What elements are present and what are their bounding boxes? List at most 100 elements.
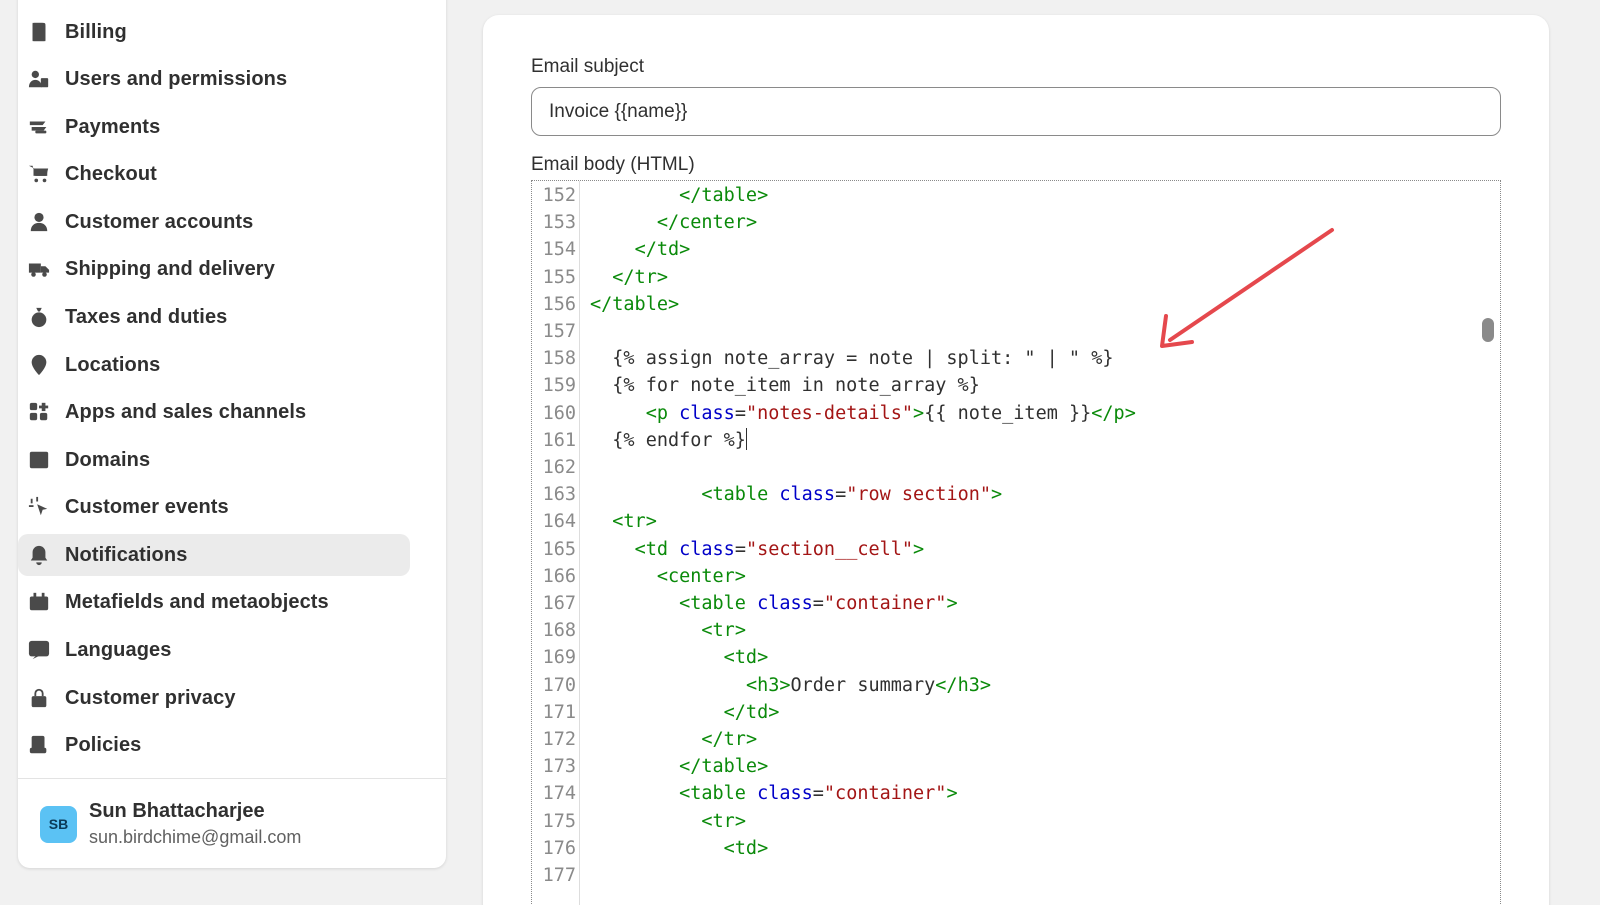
line-number: 155 — [542, 266, 576, 288]
code-line: 173 </table> — [532, 753, 1500, 780]
line-number: 154 — [542, 239, 576, 261]
code-line: 159 {% for note_item in note_array %} — [532, 372, 1500, 399]
annotation-arrow — [1160, 228, 1334, 348]
code-text: </table> — [590, 293, 680, 315]
code-line: 152 </table> — [532, 182, 1500, 209]
sidebar-item-label: Metafields and metaobjects — [65, 590, 329, 613]
line-number: 171 — [542, 701, 576, 723]
code-line: 161 {% endfor %} — [532, 427, 1500, 454]
code-text: </td> — [634, 239, 691, 261]
code-text: <h3>Order summary</h3> — [745, 674, 991, 696]
avatar: SB — [40, 805, 77, 843]
sidebar-item-checkout[interactable]: Checkout — [18, 153, 410, 195]
user-profile[interactable]: SB Sun Bhattacharjee sun.birdchime@gmail… — [40, 800, 301, 848]
sidebar-item-billing[interactable]: Billing — [18, 11, 410, 53]
email-body-code-editor[interactable]: 152 </table> 153 </center> 154 </td> 155 </… — [531, 180, 1501, 905]
code-line: 170 <h3>Order summary</h3> — [532, 672, 1500, 699]
billing-icon — [26, 19, 52, 45]
code-text: {% endfor %} — [590, 427, 748, 451]
code-line: 168 <tr> — [532, 617, 1500, 644]
code-line: 165 <td class="section__cell"> — [532, 536, 1500, 563]
code-text: <tr> — [701, 810, 746, 832]
code-text: <tr> — [701, 620, 746, 642]
sidebar-item-label: Shipping and delivery — [65, 257, 275, 280]
code-line: 176 <td> — [532, 835, 1500, 862]
user-email: sun.birdchime@gmail.com — [89, 827, 302, 847]
code-text: {% assign note_array = note | split: " |… — [590, 348, 1114, 370]
line-number: 159 — [542, 375, 576, 397]
code-text: <tr> — [612, 511, 657, 533]
sidebar-item-label: Customer events — [65, 495, 229, 518]
code-line: 164 <tr> — [532, 508, 1500, 535]
code-line: 166 <center> — [532, 563, 1500, 590]
sidebar-item-users-and-permissions[interactable]: Users and permissions — [18, 58, 410, 100]
code-line: 154 </td> — [532, 236, 1500, 263]
email-subject-input[interactable]: Invoice {{name}} — [531, 87, 1501, 136]
line-number: 161 — [542, 429, 576, 451]
line-number: 160 — [542, 402, 576, 424]
truck-icon — [26, 256, 52, 282]
sidebar-item-domains[interactable]: Domains — [18, 439, 410, 481]
code-text: <p class="notes-details">{{ note_item }}… — [645, 402, 1136, 424]
sidebar-item-label: Notifications — [65, 543, 188, 566]
sidebar-item-label: Customer accounts — [65, 210, 254, 233]
policies-icon — [26, 732, 52, 758]
code-line: 167 <table class="container"> — [532, 590, 1500, 617]
users-icon — [26, 66, 52, 92]
line-number: 168 — [542, 620, 576, 642]
code-text: <td class="section__cell"> — [634, 538, 925, 560]
code-line: 163 <table class="row section"> — [532, 481, 1500, 508]
sidebar-item-customer-privacy[interactable]: Customer privacy — [18, 677, 410, 719]
code-text: </table> — [679, 185, 769, 206]
code-text: <table class="container"> — [679, 593, 958, 614]
code-line: 156 </table> — [532, 291, 1500, 318]
sidebar-item-languages[interactable]: Languages — [18, 629, 410, 671]
person-icon — [26, 209, 52, 235]
code-text: </tr> — [701, 729, 758, 750]
sidebar-item-customer-events[interactable]: Customer events — [18, 486, 410, 528]
apps-icon — [26, 399, 52, 425]
line-number: 176 — [542, 837, 576, 859]
sidebar-item-label: Apps and sales channels — [65, 400, 307, 423]
code-text: {% for note_item in note_array %} — [590, 375, 980, 397]
sidebar-item-policies[interactable]: Policies — [18, 724, 410, 766]
languages-icon — [26, 637, 52, 663]
line-number: 153 — [542, 212, 576, 234]
sidebar-item-customer-accounts[interactable]: Customer accounts — [18, 201, 410, 243]
text-cursor — [745, 427, 748, 450]
sidebar-item-label: Locations — [65, 353, 161, 376]
line-number: 158 — [542, 348, 576, 370]
line-number: 173 — [542, 756, 576, 778]
email-body-label: Email body (HTML) — [531, 154, 695, 175]
line-number: 169 — [542, 647, 576, 669]
code-text: </td> — [723, 701, 780, 723]
line-number: 162 — [542, 457, 576, 478]
sidebar-item-label: Billing — [65, 20, 127, 43]
code-line: 175 <tr> — [532, 808, 1500, 835]
sidebar-item-shipping-and-delivery[interactable]: Shipping and delivery — [18, 248, 410, 290]
sidebar-item-label: Policies — [65, 733, 142, 756]
code-line: 160 <p class="notes-details">{{ note_ite… — [532, 400, 1500, 427]
line-number: 172 — [542, 729, 576, 750]
line-number: 164 — [542, 511, 576, 533]
sidebar-item-label: Domains — [65, 448, 151, 471]
sidebar-item-taxes-and-duties[interactable]: Taxes and duties — [18, 296, 410, 338]
sidebar-divider — [18, 778, 446, 779]
sidebar-item-notifications[interactable]: Notifications — [18, 534, 410, 576]
lock-icon — [26, 685, 52, 711]
code-text: </table> — [679, 756, 769, 778]
sidebar-item-payments[interactable]: Payments — [18, 106, 410, 148]
line-number: 163 — [542, 484, 576, 506]
cursor-click-icon — [26, 494, 52, 520]
line-number: 167 — [542, 593, 576, 614]
code-line: 157 — [532, 318, 1500, 345]
sidebar-item-locations[interactable]: Locations — [18, 344, 410, 386]
sidebar-item-metafields-and-metaobjects[interactable]: Metafields and metaobjects — [18, 581, 410, 623]
bell-icon — [26, 542, 52, 568]
line-number: 156 — [542, 293, 576, 315]
code-text: <table class="container"> — [679, 783, 958, 805]
code-line: 158 {% assign note_array = note | split:… — [532, 345, 1500, 372]
line-number: 165 — [542, 538, 576, 560]
line-number: 166 — [542, 565, 576, 587]
sidebar-item-apps-and-sales-channels[interactable]: Apps and sales channels — [18, 391, 410, 433]
